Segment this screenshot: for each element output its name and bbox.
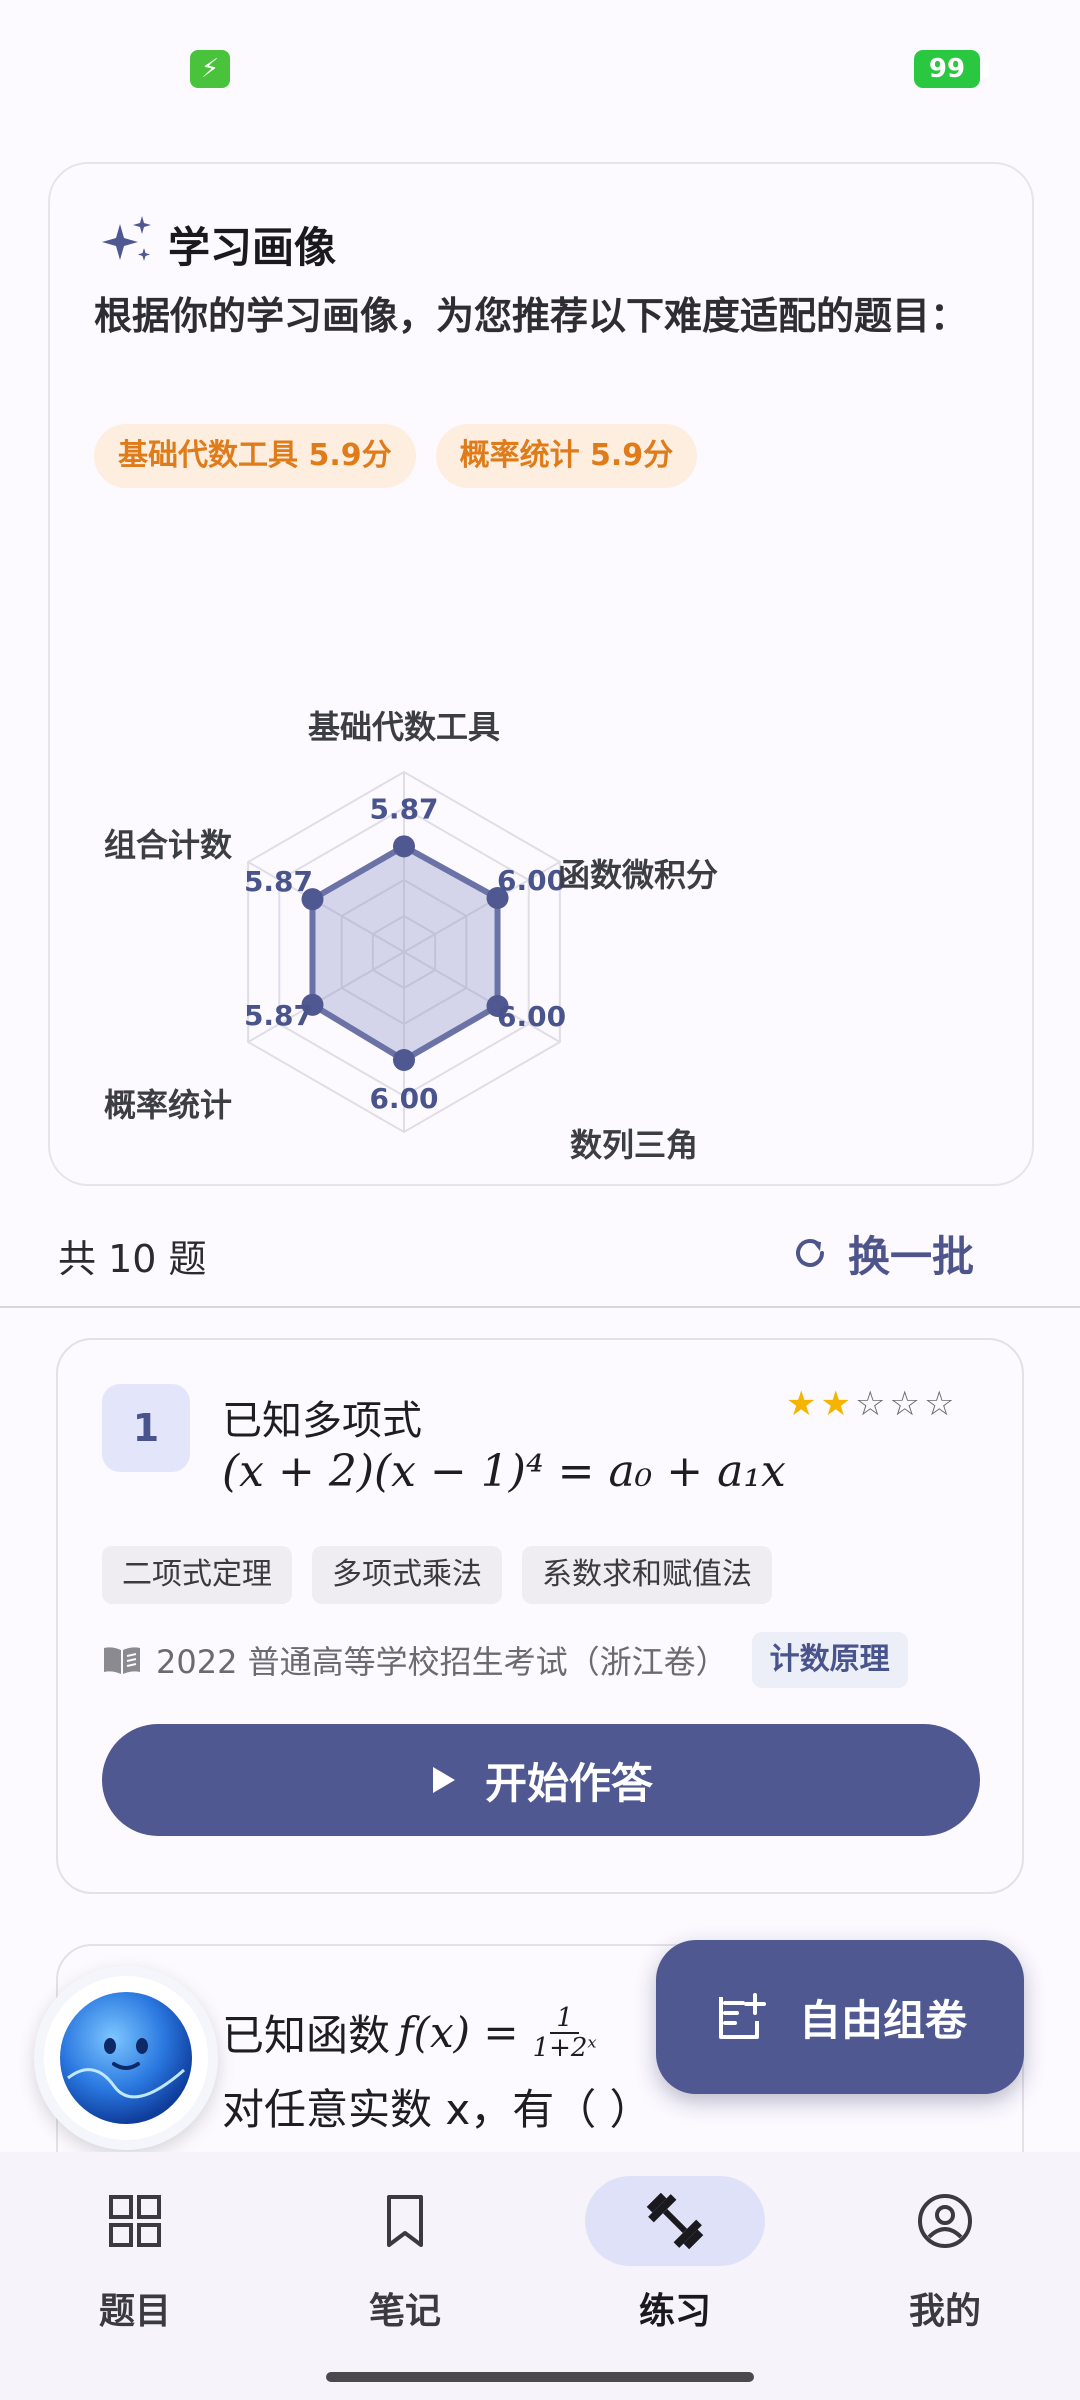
- radar-axis-label: 基础代数工具: [308, 708, 500, 746]
- home-indicator: [326, 2372, 754, 2382]
- radar-value-label: 6.00: [497, 1000, 566, 1033]
- learning-profile-card: 学习画像 根据你的学习画像，为您推荐以下难度适配的题目： 基础代数工具 5.9分…: [48, 162, 1034, 1186]
- custom-paper-label: 自由组卷: [798, 1995, 967, 2045]
- star-empty-icon: ☆: [889, 1384, 920, 1424]
- question-formula: (x + 2)(x − 1)⁴ = a₀ + a₁x: [222, 1446, 786, 1497]
- nav-label: 题目: [98, 2291, 171, 2332]
- refresh-icon: [796, 1239, 824, 1267]
- radar-value-label: 6.00: [369, 1082, 438, 1115]
- signal-icons: [690, 50, 910, 86]
- star-empty-icon: ☆: [854, 1384, 886, 1424]
- list-header: 共 10 题 换一批: [0, 1200, 1080, 1308]
- radar-axis-label: 函数微积分: [558, 856, 718, 894]
- play-icon: [432, 1767, 455, 1793]
- dumbbell-icon: [646, 2192, 704, 2250]
- charging-icon: ⚡: [190, 50, 230, 88]
- radar-axis-label: 数列三角: [570, 1126, 698, 1164]
- book-icon: [104, 1647, 140, 1674]
- fraction: 1 1+2ˣ: [533, 2004, 597, 2062]
- question-text: 对任意实数 x，有（ ）: [222, 2085, 652, 2134]
- chapter-tag[interactable]: 计数原理: [751, 1632, 908, 1688]
- nav-label: 我的: [908, 2291, 981, 2332]
- function-expression: f(x) =: [398, 2008, 519, 2057]
- refresh-label: 换一批: [848, 1231, 975, 1281]
- knowledge-tags: 二项式定理 多项式乘法 系数求和赋值法: [102, 1546, 772, 1604]
- question-title: 已知函数 f(x) = 1 1+2ˣ: [222, 2002, 597, 2063]
- question-title: 已知多项式: [222, 1398, 422, 1444]
- question-count: 共 10 题: [58, 1237, 207, 1281]
- nav-icon-wrap: [315, 2176, 495, 2266]
- battery-icon: 99: [914, 50, 980, 88]
- topic-chip[interactable]: 概率统计 5.9分: [435, 424, 698, 488]
- nav-icon-wrap: [855, 2176, 1035, 2266]
- fraction-numerator: 1: [550, 2004, 579, 2034]
- radar-value-label: 5.87: [244, 865, 313, 898]
- add-note-icon: [718, 1993, 766, 2039]
- custom-paper-button[interactable]: 自由组卷: [656, 1940, 1024, 2094]
- question-number: 1: [102, 1384, 190, 1472]
- knowledge-tag[interactable]: 二项式定理: [102, 1546, 292, 1604]
- status-bar: ⚡ 99: [0, 0, 1080, 140]
- question-source: 2022 普通高等学校招生考试（浙江卷） 计数原理: [102, 1632, 908, 1688]
- start-answer-button[interactable]: 开始作答: [102, 1724, 980, 1836]
- bottom-navigation: 题目 笔记 练习 我的: [0, 2152, 1080, 2400]
- nav-item-profile[interactable]: 我的: [810, 2176, 1080, 2376]
- fraction-denominator: 1+2ˣ: [532, 2032, 597, 2063]
- radar-series-area: [309, 843, 501, 1063]
- sparkle-icon: [102, 216, 151, 261]
- battery-tip: [983, 61, 989, 77]
- profile-description: 根据你的学习画像，为您推荐以下难度适配的题目：: [94, 294, 969, 338]
- radar-value-label: 5.87: [244, 999, 313, 1032]
- weak-topic-chips: 基础代数工具 5.9分 概率统计 5.9分: [94, 424, 698, 488]
- difficulty-stars: ★ ★ ☆ ☆ ☆: [786, 1384, 954, 1424]
- nav-icon-wrap: [45, 2176, 225, 2266]
- star-filled-icon: ★: [786, 1384, 817, 1424]
- knowledge-tag[interactable]: 系数求和赋值法: [522, 1546, 772, 1604]
- profile-icon: [918, 2194, 972, 2248]
- radar-axis-label: 概率统计: [104, 1086, 232, 1124]
- star-filled-icon: ★: [820, 1384, 851, 1424]
- ai-assistant-avatar[interactable]: [34, 1966, 218, 2150]
- grid-icon: [109, 2195, 161, 2247]
- nav-icon-wrap: [585, 2176, 765, 2266]
- radar-data-point: [393, 835, 415, 858]
- start-answer-label: 开始作答: [484, 1758, 653, 1808]
- nav-item-notes[interactable]: 笔记: [270, 2176, 540, 2376]
- topic-chip[interactable]: 基础代数工具 5.9分: [94, 424, 416, 488]
- refresh-button[interactable]: 换一批: [790, 1220, 974, 1286]
- nav-item-practice[interactable]: 练习: [540, 2176, 810, 2376]
- question-prefix: 已知函数: [222, 2011, 391, 2060]
- bookmark-icon: [387, 2195, 423, 2247]
- radar-chart: 5.876.006.006.005.875.87基础代数工具函数微积分数列三角平…: [104, 708, 718, 1164]
- knowledge-tag[interactable]: 多项式乘法: [312, 1546, 502, 1604]
- nav-item-questions[interactable]: 题目: [0, 2176, 270, 2376]
- question-card[interactable]: 1 已知多项式 (x + 2)(x − 1)⁴ = a₀ + a₁x ★ ★ ☆ ☆ ☆…: [56, 1338, 1024, 1894]
- assistant-face-icon: [44, 1976, 208, 2140]
- radar-data-point: [393, 1049, 415, 1071]
- radar-value-label: 5.87: [369, 792, 438, 825]
- radar-value-label: 6.00: [497, 864, 566, 897]
- nav-label: 练习: [638, 2291, 711, 2332]
- nav-label: 笔记: [368, 2291, 441, 2332]
- source-text: 2022 普通高等学校招生考试（浙江卷）: [156, 1643, 728, 1681]
- radar-axis-label: 组合计数: [104, 826, 233, 864]
- star-empty-icon: ☆: [923, 1384, 955, 1424]
- profile-title: 学习画像: [168, 223, 337, 272]
